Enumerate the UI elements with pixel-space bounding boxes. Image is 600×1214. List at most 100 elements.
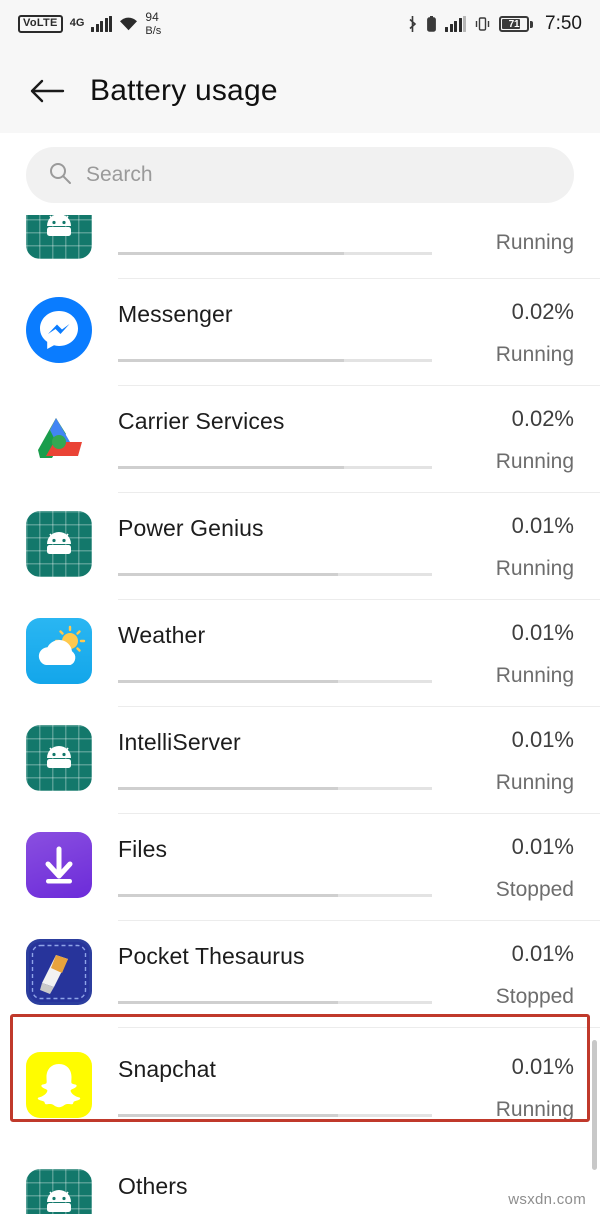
row-middle: IntelliServer: [118, 707, 440, 814]
app-state: Running: [495, 557, 574, 580]
signal-bars-secondary-icon: [445, 16, 467, 32]
row-right: 0.01% Running: [446, 707, 574, 795]
table-row[interactable]: IntelliServer 0.01% Running: [0, 707, 600, 814]
app-state: Stopped: [495, 878, 574, 901]
row-middle: Pocket Thesaurus: [118, 921, 440, 1028]
row-divider: [118, 1027, 600, 1028]
page-title: Battery usage: [90, 73, 278, 107]
app-state: Running: [495, 771, 574, 794]
android-robot-icon: [26, 215, 92, 259]
usage-percent: 0.01%: [511, 513, 574, 538]
data-rate: 94 B/s: [145, 11, 161, 37]
usage-percent: 0.02%: [511, 406, 574, 431]
phone-screen: VoLTE 4G 94 B/s 71 7:50 Battery usage Se…: [0, 0, 600, 1214]
files-icon: [26, 832, 92, 898]
messenger-icon: [26, 297, 92, 363]
signal-bars-icon: [91, 15, 113, 32]
data-rate-unit: B/s: [145, 24, 162, 37]
usage-bar: [118, 466, 432, 469]
app-name: Weather: [118, 622, 206, 648]
app-name: Pocket Thesaurus: [118, 943, 305, 969]
app-state: Running: [495, 664, 574, 687]
row-middle: Others: [118, 1151, 440, 1214]
row-middle: [118, 215, 440, 279]
row-right: 0.02% Running: [446, 386, 574, 474]
table-row[interactable]: Snapchat 0.01% Running: [0, 1034, 600, 1141]
android-robot-icon: [26, 725, 92, 791]
row-middle: Snapchat: [118, 1034, 440, 1141]
table-row[interactable]: Running: [0, 215, 600, 279]
wifi-icon: [119, 16, 138, 31]
status-bar-left: VoLTE 4G 94 B/s: [18, 11, 161, 37]
table-row[interactable]: Power Genius 0.01% Running: [0, 493, 600, 600]
row-middle: Power Genius: [118, 493, 440, 600]
clock-label: 7:50: [545, 13, 582, 34]
status-bar-right: 71 7:50: [407, 13, 582, 35]
app-state: Running: [495, 231, 574, 254]
app-name: Others: [118, 1173, 188, 1199]
table-row[interactable]: Files 0.01% Stopped: [0, 814, 600, 921]
pocket-thesaurus-icon: [26, 939, 92, 1005]
usage-bar: [118, 1001, 432, 1004]
app-name: Power Genius: [118, 515, 264, 541]
battery-icon: 71: [499, 16, 534, 32]
search-input[interactable]: Search: [26, 147, 574, 203]
usage-bar: [118, 359, 432, 362]
table-row[interactable]: Messenger 0.02% Running: [0, 279, 600, 386]
status-bar: VoLTE 4G 94 B/s 71 7:50: [0, 0, 600, 48]
search-bar-container: Search: [0, 133, 600, 215]
app-state: Running: [495, 1098, 574, 1121]
usage-bar: [118, 787, 432, 790]
app-state: Running: [495, 450, 574, 473]
table-row[interactable]: Weather 0.01% Running: [0, 600, 600, 707]
network-type-label: 4G: [69, 16, 85, 29]
snapchat-icon: [26, 1052, 92, 1118]
row-right: 0.01% Running: [446, 1034, 574, 1122]
app-name: Files: [118, 836, 168, 862]
usage-percent: 0.01%: [511, 1054, 574, 1079]
usage-percent: 0.01%: [511, 727, 574, 752]
app-bar: Battery usage: [0, 48, 600, 133]
usage-percent: 0.01%: [511, 941, 574, 966]
row-middle: Carrier Services: [118, 386, 440, 493]
volte-badge: VoLTE: [18, 15, 63, 33]
table-row[interactable]: Pocket Thesaurus 0.01% Stopped: [0, 921, 600, 1028]
app-name: Snapchat: [118, 1056, 216, 1082]
battery-usage-list: Running Messenger 0.02% Running Carrier …: [0, 215, 600, 1214]
row-right: 0.01% Stopped: [446, 814, 574, 902]
weather-icon: [26, 618, 92, 684]
carrier-services-icon: [26, 404, 92, 470]
row-middle: Messenger: [118, 279, 440, 386]
table-row[interactable]: Carrier Services 0.02% Running: [0, 386, 600, 493]
usage-bar: [118, 1114, 432, 1117]
data-rate-value: 94: [145, 9, 159, 24]
row-right: 0.01% Running: [446, 493, 574, 581]
row-right: 0.01% Stopped: [446, 921, 574, 1009]
usage-bar: [118, 573, 432, 576]
watermark: wsxdn.com: [508, 1191, 586, 1208]
app-name: [118, 215, 440, 237]
battery-small-icon: [427, 16, 436, 32]
row-middle: Weather: [118, 600, 440, 707]
android-robot-icon: [26, 1169, 92, 1214]
battery-percent-label: 71: [508, 18, 520, 30]
row-middle: Files: [118, 814, 440, 921]
scrollbar[interactable]: [592, 1040, 597, 1170]
app-state: Running: [495, 343, 574, 366]
search-placeholder: Search: [86, 163, 153, 186]
usage-bar: [118, 680, 432, 683]
vibrate-icon: [475, 16, 490, 32]
arrow-left-icon[interactable]: [26, 70, 68, 112]
usage-percent: 0.02%: [511, 299, 574, 324]
usage-percent: 0.01%: [511, 834, 574, 859]
usage-bar: [118, 894, 432, 897]
app-name: Messenger: [118, 301, 233, 327]
row-right: 0.02% Running: [446, 279, 574, 367]
usage-bar: [118, 252, 432, 255]
usage-percent: 0.01%: [511, 620, 574, 645]
android-robot-icon: [26, 511, 92, 577]
bluetooth-icon: [407, 15, 418, 33]
app-name: IntelliServer: [118, 729, 241, 755]
app-name: Carrier Services: [118, 408, 285, 434]
search-icon: [48, 161, 72, 190]
